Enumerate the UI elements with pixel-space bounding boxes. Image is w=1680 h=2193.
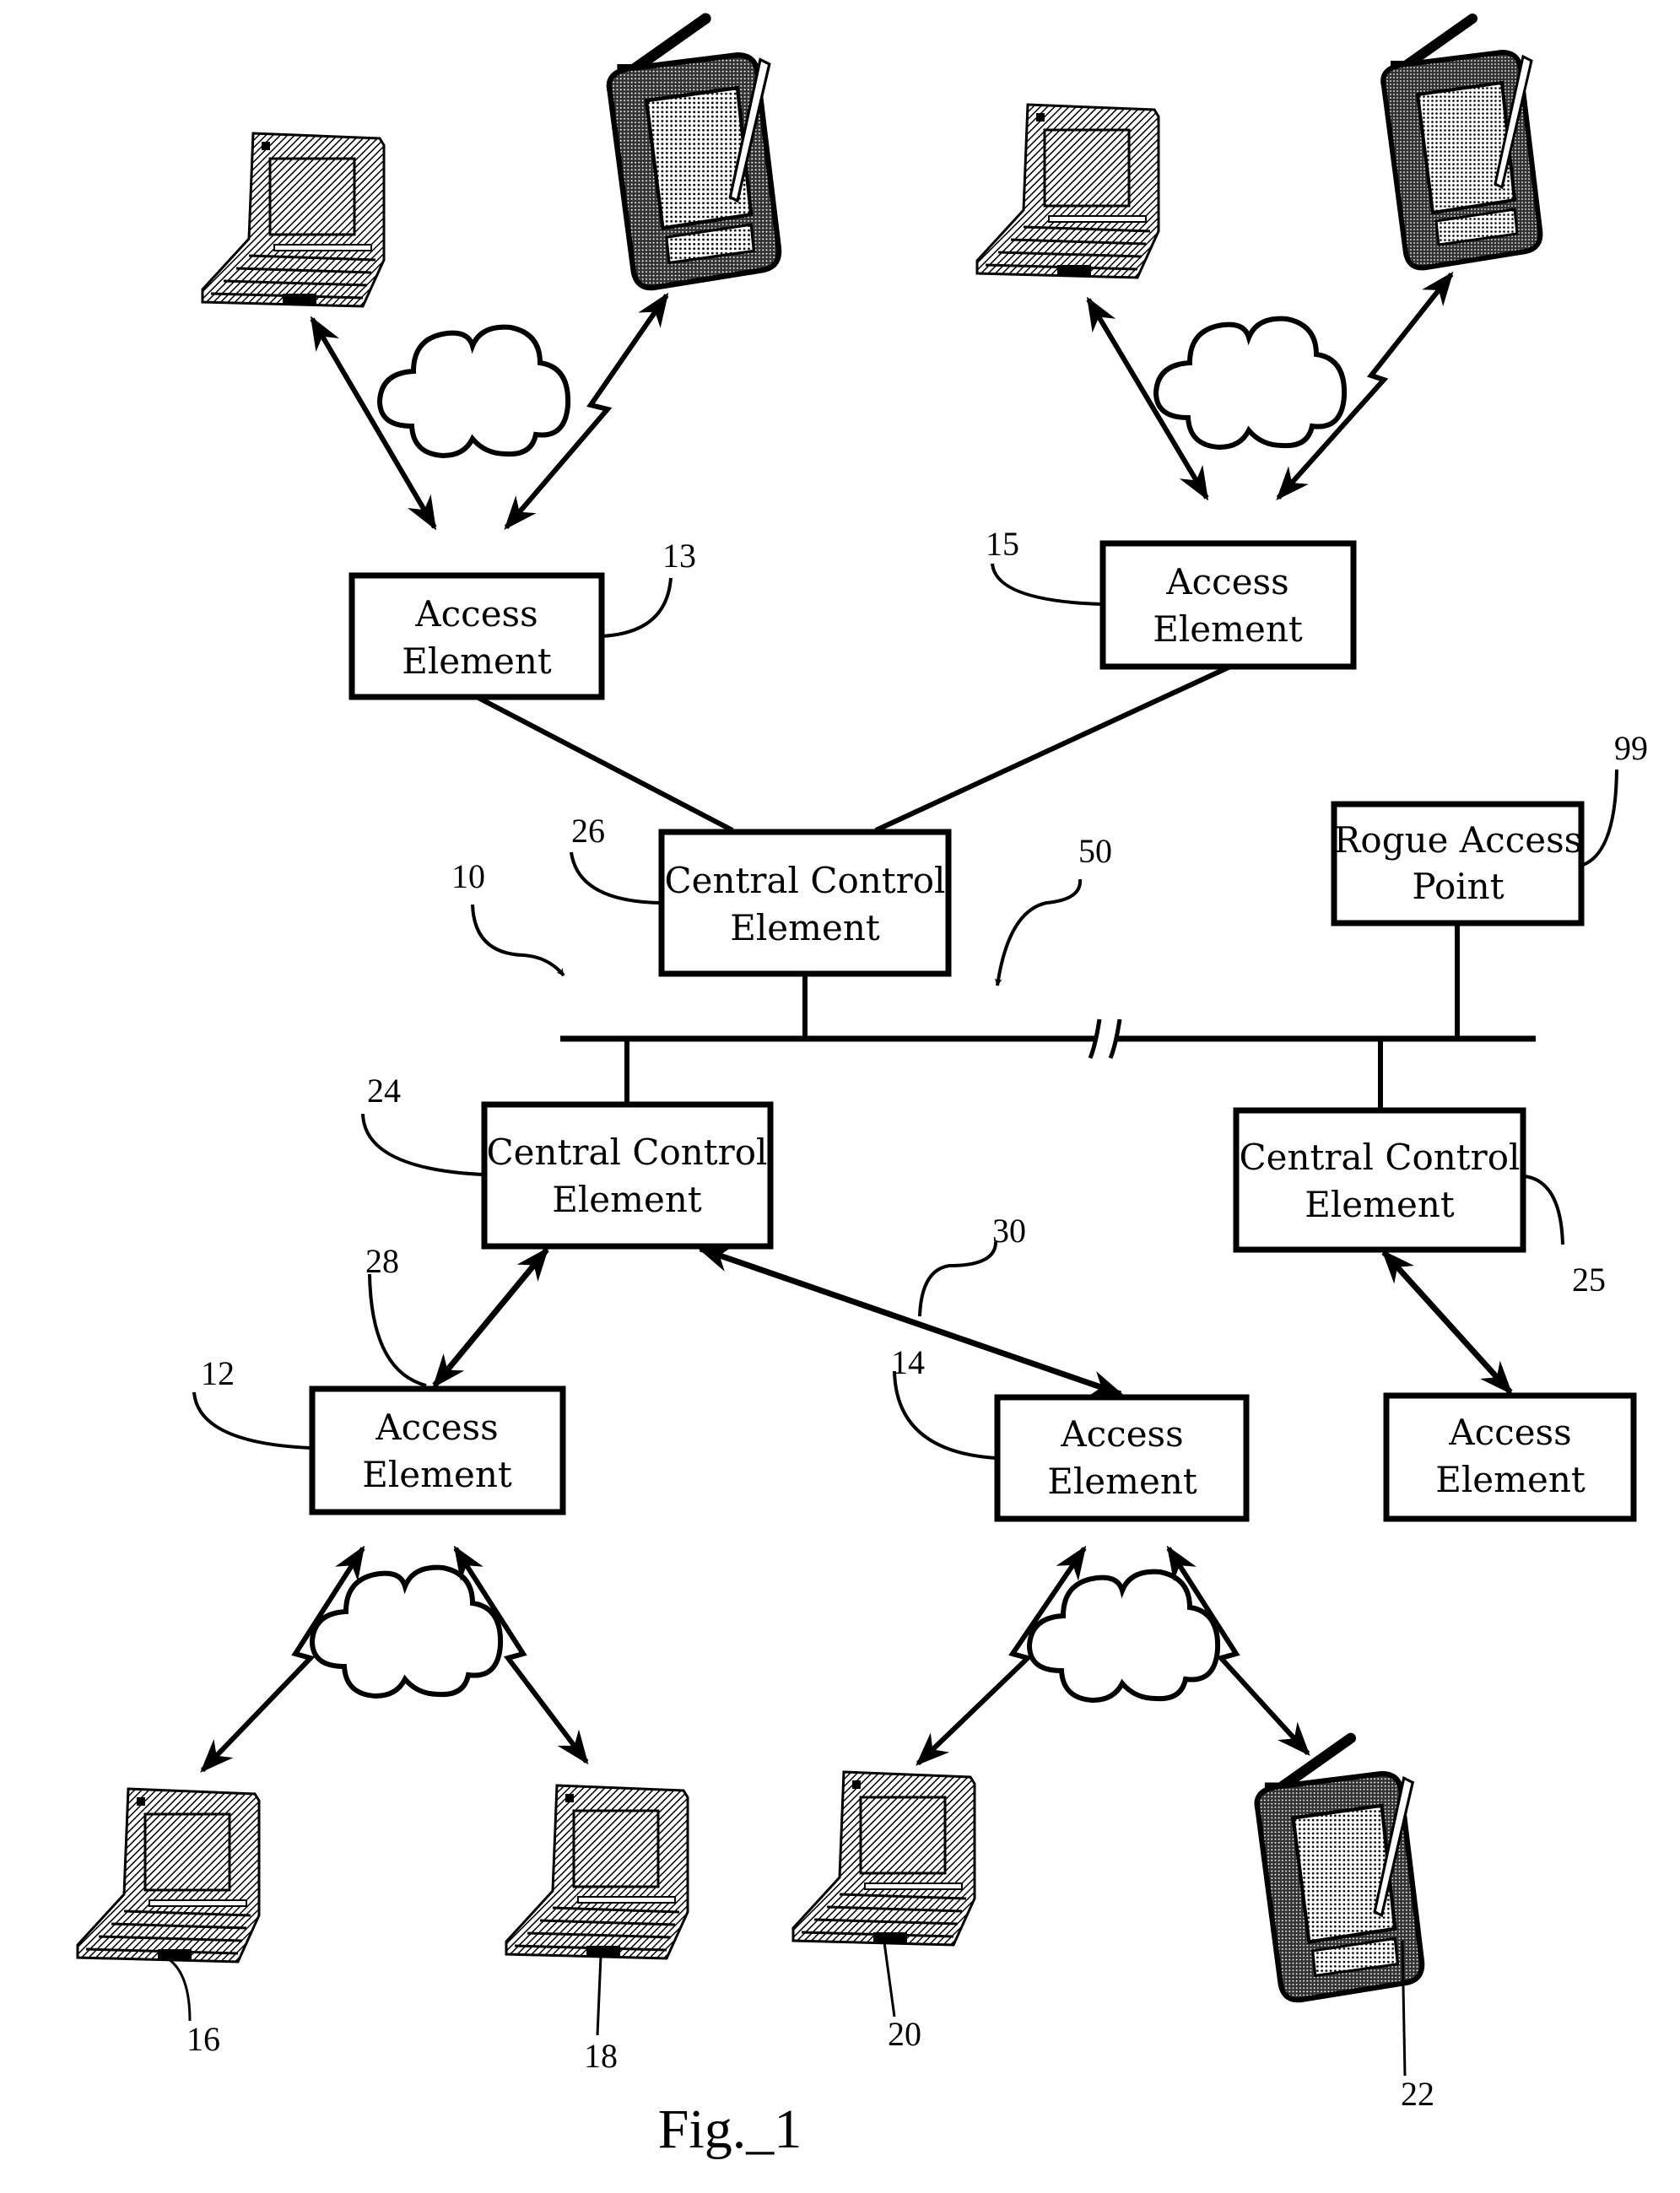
box-label: Element (402, 640, 552, 682)
ref-numeral-22: 22 (1401, 2075, 1434, 2113)
leader-line (883, 1942, 896, 2017)
box-label: Element (362, 1454, 512, 1495)
ref-arrow (471, 904, 565, 977)
ref-numeral-15: 15 (986, 525, 1019, 563)
box-label: Access (414, 593, 537, 635)
figure-caption: Fig._1 (658, 2098, 802, 2160)
box-label: Point (1412, 866, 1504, 907)
leader-line (1582, 769, 1618, 867)
ref-numeral-25: 25 (1572, 1261, 1606, 1299)
central-control-element-24: Central Control Element (481, 1101, 774, 1250)
leader-line (368, 1273, 427, 1387)
bus-break-symbol (1088, 1018, 1122, 1059)
box-label: Central Control (1240, 1137, 1521, 1178)
pda-icon (1257, 1738, 1423, 2000)
box-label: Element (1305, 1184, 1455, 1225)
box-label: Element (1047, 1461, 1197, 1502)
box-label: Element (730, 907, 880, 948)
leader-line (596, 1955, 602, 2036)
box-label: Access (1448, 1412, 1571, 1453)
leader-line (918, 1241, 997, 1317)
ref-numeral-16: 16 (186, 2020, 220, 2058)
wired-link-arrow (1381, 1250, 1513, 1395)
box-label: Access (1165, 561, 1288, 602)
wireless-cloud-icon (380, 327, 568, 456)
leader-line (192, 1391, 311, 1450)
ref-numeral-18: 18 (584, 2037, 618, 2075)
laptop-icon (791, 1770, 976, 1947)
ref-numeral-20: 20 (888, 2015, 921, 2053)
link-28-arrow (432, 1246, 549, 1389)
leader-line (991, 563, 1102, 606)
pda-icon (1383, 19, 1540, 267)
central-control-element-26: Central Control Element (658, 829, 952, 977)
leader-line (1524, 1175, 1564, 1245)
pda-icon (609, 19, 779, 288)
leader-line (601, 577, 673, 638)
access-element-15: Access Element (1099, 540, 1357, 670)
ref-numeral-50: 50 (1078, 832, 1112, 870)
rogue-access-point-99: Rogue Access Point (1331, 801, 1585, 926)
leader-line (893, 1370, 997, 1460)
access-element-14: Access Element (994, 1394, 1250, 1522)
network-bus (560, 1018, 1536, 1059)
wireless-cloud-icon (1156, 319, 1344, 447)
ref-numeral-30: 30 (992, 1212, 1026, 1250)
box-label: Element (1153, 608, 1303, 650)
ref-numeral-99: 99 (1614, 729, 1648, 767)
access-element-right: Access Element (1383, 1392, 1637, 1522)
laptop-icon (201, 132, 386, 308)
ref-numeral-10: 10 (451, 857, 485, 895)
box-label: Rogue Access (1334, 819, 1582, 861)
ref-numeral-14: 14 (891, 1343, 925, 1381)
laptop-icon (76, 1787, 261, 1963)
box-label: Access (375, 1407, 498, 1448)
laptop-icon (975, 103, 1160, 279)
network-diagram: Access Element 13 Access Element 15 Cent… (76, 0, 1648, 2160)
ref-numeral-24: 24 (367, 1072, 401, 1110)
ref-numeral-13: 13 (662, 537, 696, 575)
box-label: Access (1060, 1413, 1183, 1455)
ref-numeral-28: 28 (365, 1242, 399, 1280)
patent-figure: Access Element 13 Access Element 15 Cent… (0, 0, 1680, 2193)
laptop-icon (505, 1784, 689, 1960)
box-label: Central Control (665, 860, 946, 901)
ref-numeral-12: 12 (201, 1354, 235, 1392)
box-label: Element (552, 1179, 702, 1220)
ref-numeral-26: 26 (571, 812, 605, 850)
wired-link (475, 694, 734, 833)
leader-line (361, 1113, 483, 1176)
leader-line (168, 1958, 192, 2022)
access-element-13: Access Element (348, 572, 605, 700)
leader-line (570, 851, 661, 905)
access-element-12: Access Element (309, 1385, 566, 1515)
box-label: Central Control (487, 1132, 768, 1173)
ref-arrow (994, 878, 1083, 986)
box-label: Element (1435, 1459, 1585, 1500)
wired-link (874, 664, 1232, 833)
central-control-element-25: Central Control Element (1233, 1107, 1526, 1253)
